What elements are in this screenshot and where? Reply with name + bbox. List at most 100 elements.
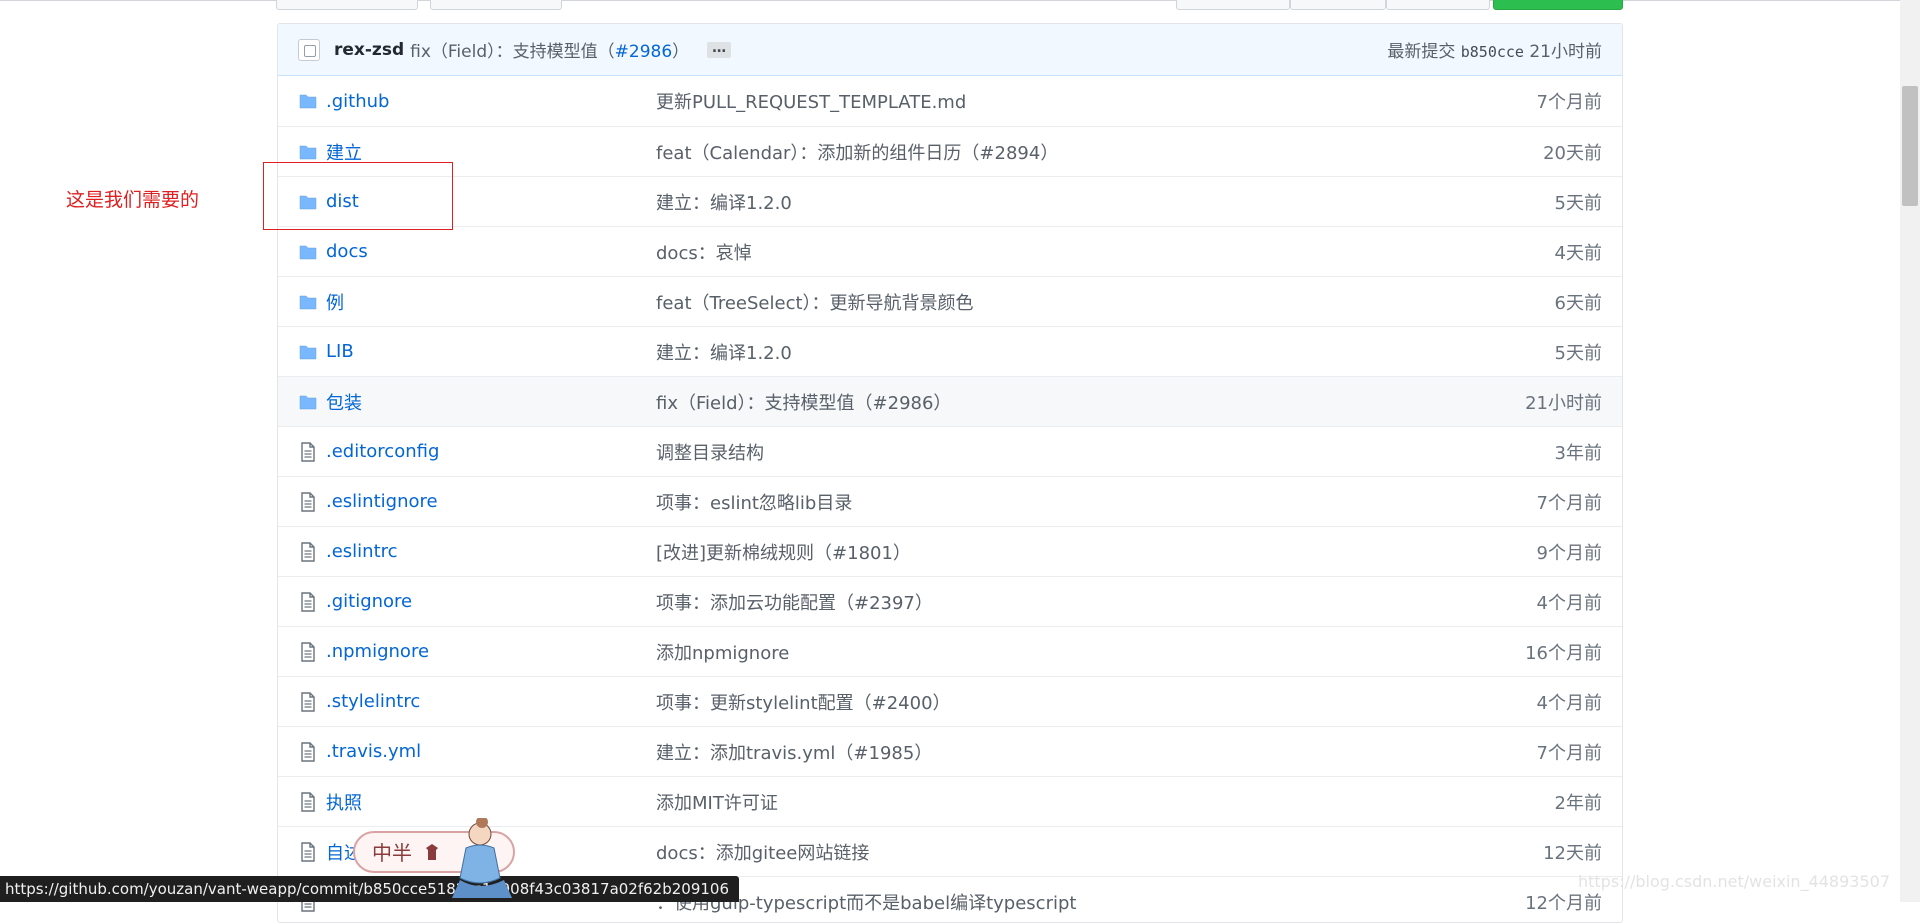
file-name-link[interactable]: 例 (326, 289, 656, 315)
file-row[interactable]: .gitignore 项事：添加云功能配置（#2397） 4个月前 (278, 576, 1622, 626)
commit-age: 3年前 (1554, 442, 1602, 464)
file-name-link[interactable]: 包装 (326, 389, 656, 415)
commit-message-link[interactable]: fix（Field）：支持模型值（#2986） (656, 389, 1525, 415)
file-row[interactable]: .github 更新PULL_REQUEST_TEMPLATE.md 7个月前 (278, 76, 1622, 126)
watermark: https://blog.csdn.net/weixin_44893507 (1577, 872, 1890, 891)
file-row[interactable]: 建立 feat（Calendar）：添加新的组件日历（#2894） 20天前 (278, 126, 1622, 176)
file-name-link[interactable]: .travis.yml (326, 741, 656, 762)
commit-sha[interactable]: b850cce (1461, 43, 1524, 61)
commit-age: 21小时前 (1525, 392, 1602, 414)
commit-message-link[interactable]: 添加MIT许可证 (656, 789, 1555, 815)
file-name-link[interactable]: LIB (326, 341, 656, 362)
latest-commit-bar: rex-zsd fix（Field）：支持模型值（#2986） … 最新提交 b… (278, 24, 1622, 76)
file-name-link[interactable]: .eslintrc (326, 541, 656, 562)
mascot-text: 中半 (372, 841, 412, 865)
commit-message-link[interactable]: [改进]更新棉绒规则（#1801） (656, 539, 1537, 565)
commit-age: 7个月前 (1536, 742, 1602, 764)
annotation-highlight-box (263, 162, 453, 230)
commit-message-suffix: ） (672, 42, 690, 62)
folder-icon (298, 292, 318, 312)
toolbar-button-5[interactable] (1386, 0, 1490, 10)
file-icon (298, 791, 318, 812)
scrollbar-thumb[interactable] (1902, 86, 1918, 206)
commit-message-link[interactable]: 建立：编译1.2.0 (656, 339, 1555, 365)
commit-message-link[interactable]: docs：添加gitee网站链接 (656, 839, 1543, 865)
latest-commit-label: 最新提交 (1387, 42, 1456, 62)
file-row[interactable]: dist 建立：编译1.2.0 5天前 (278, 176, 1622, 226)
file-row[interactable]: .eslintignore 项事：eslint忽略lib目录 7个月前 (278, 476, 1622, 526)
commit-message-link[interactable]: 建立：添加travis.yml（#1985） (656, 739, 1537, 765)
file-icon (298, 741, 318, 762)
commit-time: 21小时前 (1529, 42, 1602, 62)
file-icon (298, 691, 318, 712)
commit-message-link[interactable]: 项事：eslint忽略lib目录 (656, 489, 1537, 515)
repository-file-list: rex-zsd fix（Field）：支持模型值（#2986） … 最新提交 b… (277, 23, 1623, 923)
mascot-sticker: 中半 (352, 816, 520, 902)
commit-age: 2年前 (1554, 792, 1602, 814)
commit-expand-button[interactable]: … (707, 41, 732, 58)
file-name-link[interactable]: .gitignore (326, 591, 656, 612)
commit-message-link[interactable]: feat（Calendar）：添加新的组件日历（#2894） (656, 139, 1543, 165)
commit-message-link[interactable]: 更新PULL_REQUEST_TEMPLATE.md (656, 88, 1537, 114)
commit-message-link[interactable]: 建立：编译1.2.0 (656, 189, 1555, 215)
file-rows: .github 更新PULL_REQUEST_TEMPLATE.md 7个月前 建立 f… (278, 76, 1622, 922)
folder-icon (298, 142, 318, 162)
file-row[interactable]: .stylelintrc 项事：更新stylelint配置（#2400） 4个月前 (278, 676, 1622, 726)
annotation-text: 这是我们需要的 (66, 189, 200, 211)
folder-icon (298, 342, 318, 362)
file-name-link[interactable]: docs (326, 241, 656, 262)
file-name-link[interactable]: .stylelintrc (326, 691, 656, 712)
commit-age: 6天前 (1554, 292, 1602, 314)
commit-age: 7个月前 (1536, 492, 1602, 514)
commit-age: 4个月前 (1536, 692, 1602, 714)
file-name-link[interactable]: .editorconfig (326, 441, 656, 462)
file-name-link[interactable]: 建立 (326, 139, 656, 165)
file-name-link[interactable]: .npmignore (326, 641, 656, 662)
toolbar-button-1[interactable] (276, 0, 418, 10)
toolbar-button-3[interactable] (1176, 0, 1290, 10)
commit-age: 4个月前 (1536, 592, 1602, 614)
commit-message-link[interactable]: 项事：添加云功能配置（#2397） (656, 589, 1537, 615)
file-icon (298, 591, 318, 612)
file-name-link[interactable]: .github (326, 91, 656, 112)
file-name-link[interactable]: .eslintignore (326, 491, 656, 512)
commit-age: 12天前 (1543, 842, 1602, 864)
folder-icon (298, 392, 318, 412)
file-row[interactable]: .npmignore 添加npmignore 16个月前 (278, 626, 1622, 676)
commit-age: 4天前 (1554, 242, 1602, 264)
scrollbar[interactable] (1900, 0, 1920, 902)
commit-age: 5天前 (1554, 192, 1602, 214)
commit-age: 20天前 (1543, 142, 1602, 164)
commit-age: 7个月前 (1536, 92, 1602, 113)
commit-author[interactable]: rex-zsd (334, 40, 404, 60)
file-row[interactable]: .eslintrc [改进]更新棉绒规则（#1801） 9个月前 (278, 526, 1622, 576)
mascot-icon: 中半 (353, 816, 515, 898)
file-row[interactable]: LIB 建立：编译1.2.0 5天前 (278, 326, 1622, 376)
commit-age: 5天前 (1554, 342, 1602, 364)
file-row[interactable]: 包装 fix（Field）：支持模型值（#2986） 21小时前 (278, 376, 1622, 426)
file-icon (298, 641, 318, 662)
file-row[interactable]: docs docs：哀悼 4天前 (278, 226, 1622, 276)
file-row[interactable]: 例 feat（TreeSelect）：更新导航背景颜色 6天前 (278, 276, 1622, 326)
commit-message-text[interactable]: fix（Field）：支持模型值（ (410, 42, 615, 62)
folder-icon (298, 242, 318, 262)
commit-message-link[interactable]: feat（TreeSelect）：更新导航背景颜色 (656, 289, 1555, 315)
commit-message-link[interactable]: 调整目录结构 (656, 439, 1555, 465)
toolbar-button-2[interactable] (430, 0, 562, 10)
toolbar-button-4[interactable] (1290, 0, 1386, 10)
folder-icon (298, 91, 318, 111)
file-icon (298, 541, 318, 562)
clone-button[interactable] (1493, 0, 1623, 10)
commit-message-link[interactable]: 项事：更新stylelint配置（#2400） (656, 689, 1537, 715)
file-row[interactable]: .travis.yml 建立：添加travis.yml（#1985） 7个月前 (278, 726, 1622, 776)
commit-meta: 最新提交 b850cce 21小时前 (1387, 37, 1602, 62)
avatar[interactable] (298, 38, 320, 61)
commit-message-link[interactable]: 添加npmignore (656, 639, 1525, 665)
file-row[interactable]: .editorconfig 调整目录结构 3年前 (278, 426, 1622, 476)
file-icon (298, 491, 318, 512)
commit-message-link[interactable]: docs：哀悼 (656, 239, 1555, 265)
commit-pr-link[interactable]: #2986 (615, 42, 673, 62)
file-icon (298, 441, 318, 462)
file-name-link[interactable]: 执照 (326, 789, 656, 815)
commit-message[interactable]: fix（Field）：支持模型值（#2986） (410, 37, 689, 62)
